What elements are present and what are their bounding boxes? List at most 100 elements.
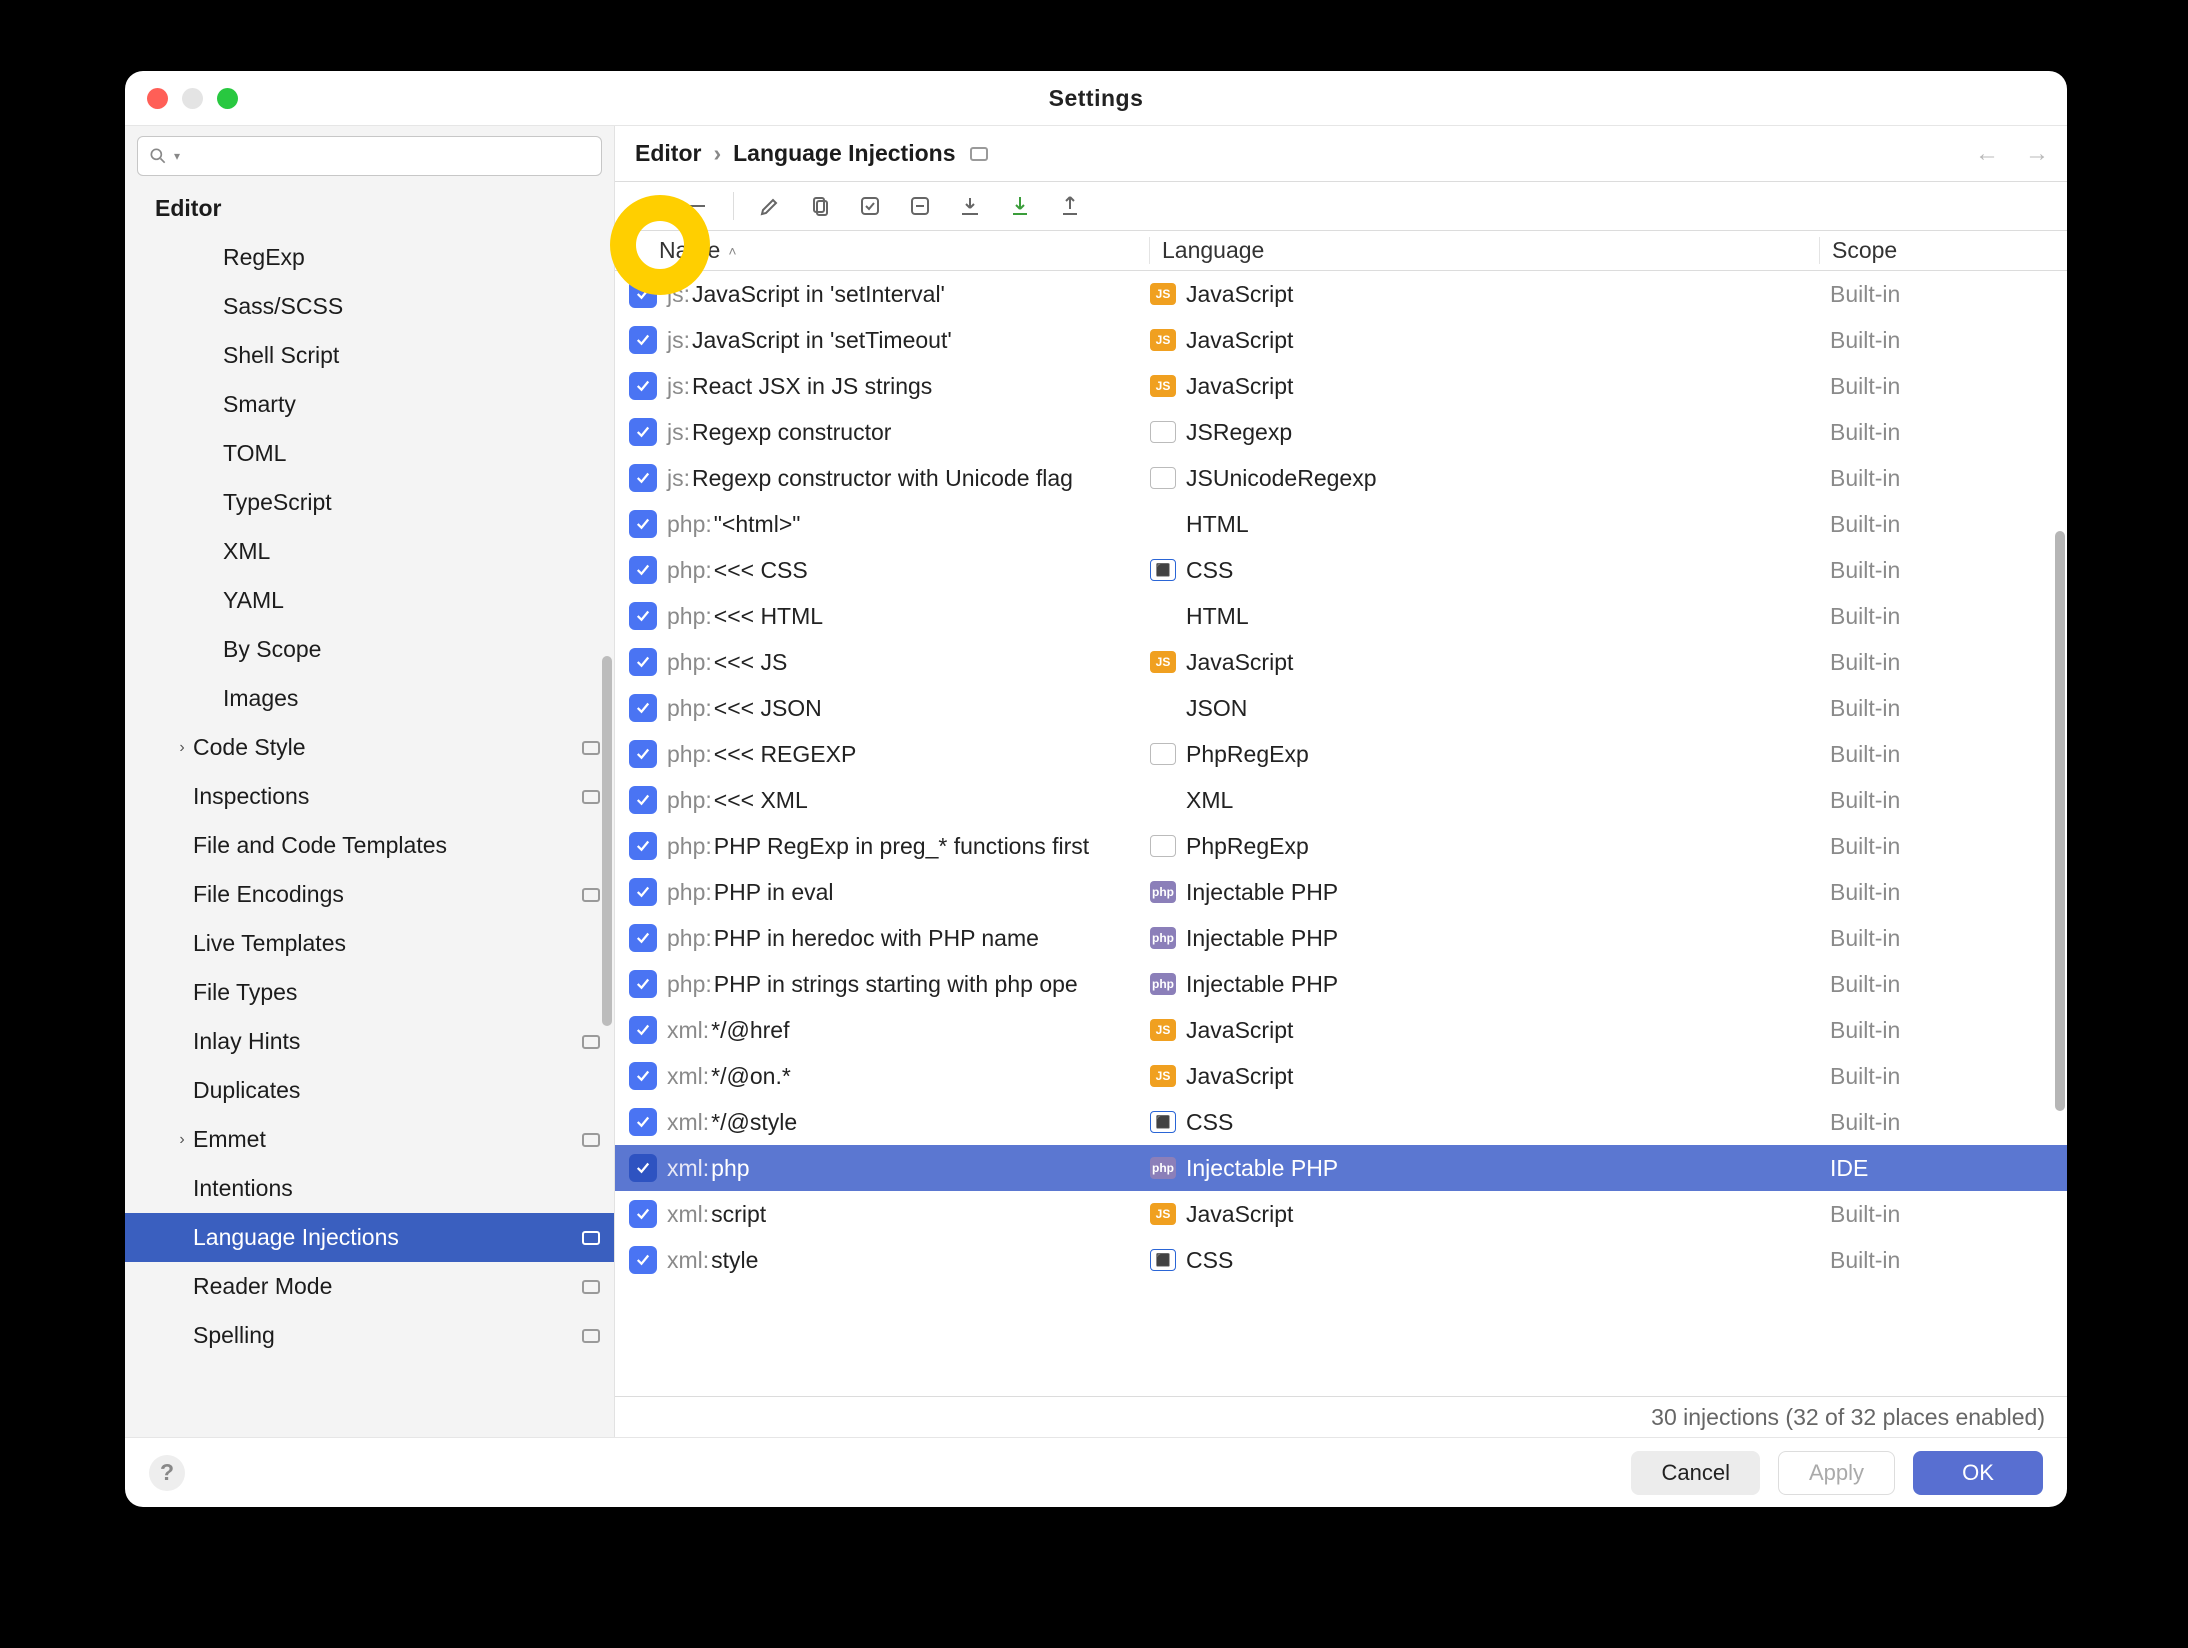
table-row[interactable]: xml: phpphpInjectable PHPIDE bbox=[615, 1145, 2067, 1191]
tree-item[interactable]: ›Emmet bbox=[125, 1115, 614, 1164]
tree-item[interactable]: File Encodings bbox=[125, 870, 614, 919]
table-row[interactable]: php: <<< REGEXP.*PhpRegExpBuilt-in bbox=[615, 731, 2067, 777]
row-checkbox[interactable] bbox=[629, 418, 657, 446]
help-button[interactable]: ? bbox=[149, 1455, 185, 1491]
tree-item[interactable]: File and Code Templates bbox=[125, 821, 614, 870]
table-row[interactable]: php: PHP in heredoc with PHP namephpInje… bbox=[615, 915, 2067, 961]
row-checkbox[interactable] bbox=[629, 602, 657, 630]
tree-item[interactable]: Sass/SCSS bbox=[125, 282, 614, 331]
column-scope-header[interactable]: Scope bbox=[1819, 237, 2067, 264]
row-checkbox[interactable] bbox=[629, 970, 657, 998]
minimize-window-button[interactable] bbox=[182, 88, 203, 109]
injections-table[interactable]: js: JavaScript in 'setInterval'JSJavaScr… bbox=[615, 271, 2067, 1397]
tree-item[interactable]: Inspections bbox=[125, 772, 614, 821]
row-checkbox[interactable] bbox=[629, 510, 657, 538]
tree-item[interactable]: Inlay Hints bbox=[125, 1017, 614, 1066]
move-to-project-button[interactable] bbox=[954, 190, 986, 222]
row-checkbox[interactable] bbox=[629, 740, 657, 768]
table-scrollbar[interactable] bbox=[2055, 531, 2065, 1111]
tree-item[interactable]: Smarty bbox=[125, 380, 614, 429]
row-checkbox[interactable] bbox=[629, 924, 657, 952]
row-checkbox[interactable] bbox=[629, 694, 657, 722]
tree-item[interactable]: Spelling bbox=[125, 1311, 614, 1360]
tree-item[interactable]: YAML bbox=[125, 576, 614, 625]
cancel-button[interactable]: Cancel bbox=[1631, 1451, 1759, 1495]
nav-forward-button[interactable]: → bbox=[2025, 140, 2049, 168]
remove-button[interactable] bbox=[681, 190, 713, 222]
tree-item[interactable]: Language Injections bbox=[125, 1213, 614, 1262]
table-row[interactable]: php: PHP RegExp in preg_* functions firs… bbox=[615, 823, 2067, 869]
table-row[interactable]: xml: */@hrefJSJavaScriptBuilt-in bbox=[615, 1007, 2067, 1053]
breadcrumb-root[interactable]: Editor bbox=[635, 140, 701, 167]
tree-item[interactable]: Shell Script bbox=[125, 331, 614, 380]
tree-item[interactable]: Intentions bbox=[125, 1164, 614, 1213]
table-row[interactable]: js: JavaScript in 'setTimeout'JSJavaScri… bbox=[615, 317, 2067, 363]
edit-button[interactable] bbox=[754, 190, 786, 222]
row-language: Injectable PHP bbox=[1186, 971, 1338, 998]
row-checkbox[interactable] bbox=[629, 832, 657, 860]
tree-item[interactable]: Duplicates bbox=[125, 1066, 614, 1115]
tree-item[interactable]: TOML bbox=[125, 429, 614, 478]
tree-item[interactable]: TypeScript bbox=[125, 478, 614, 527]
table-row[interactable]: js: JavaScript in 'setInterval'JSJavaScr… bbox=[615, 271, 2067, 317]
tree-item[interactable]: Images bbox=[125, 674, 614, 723]
sidebar-scrollbar[interactable] bbox=[602, 656, 612, 1026]
tree-item[interactable]: File Types bbox=[125, 968, 614, 1017]
tree-item[interactable]: Live Templates bbox=[125, 919, 614, 968]
content-area: ▾ Editor RegExpSass/SCSSShell ScriptSmar… bbox=[125, 126, 2067, 1437]
table-row[interactable]: xml: */@on.*JSJavaScriptBuilt-in bbox=[615, 1053, 2067, 1099]
table-row[interactable]: php: PHP in evalphpInjectable PHPBuilt-i… bbox=[615, 869, 2067, 915]
table-row[interactable]: js: Regexp constructor.*JSRegexpBuilt-in bbox=[615, 409, 2067, 455]
table-row[interactable]: xml: scriptJSJavaScriptBuilt-in bbox=[615, 1191, 2067, 1237]
tree-section-editor[interactable]: Editor bbox=[125, 184, 614, 233]
table-row[interactable]: php: <<< HTML<>HTMLBuilt-in bbox=[615, 593, 2067, 639]
tree-item[interactable]: RegExp bbox=[125, 233, 614, 282]
row-checkbox[interactable] bbox=[629, 648, 657, 676]
row-checkbox[interactable] bbox=[629, 372, 657, 400]
table-row[interactable]: xml: */@style⬛CSSBuilt-in bbox=[615, 1099, 2067, 1145]
row-checkbox[interactable] bbox=[629, 1200, 657, 1228]
search-input[interactable]: ▾ bbox=[137, 136, 602, 176]
zoom-window-button[interactable] bbox=[217, 88, 238, 109]
row-checkbox[interactable] bbox=[629, 1108, 657, 1136]
row-checkbox[interactable] bbox=[629, 1246, 657, 1274]
column-language-header[interactable]: Language bbox=[1149, 237, 1819, 264]
apply-button[interactable]: Apply bbox=[1778, 1451, 1895, 1495]
tree-item[interactable]: XML bbox=[125, 527, 614, 576]
row-checkbox[interactable] bbox=[629, 280, 657, 308]
row-scope: Built-in bbox=[1830, 1109, 1900, 1136]
import-button[interactable] bbox=[1004, 190, 1036, 222]
table-row[interactable]: php: "<html>"<>HTMLBuilt-in bbox=[615, 501, 2067, 547]
disable-button[interactable] bbox=[904, 190, 936, 222]
table-row[interactable]: php: <<< XML</>XMLBuilt-in bbox=[615, 777, 2067, 823]
table-row[interactable]: php: <<< JSON{}JSONBuilt-in bbox=[615, 685, 2067, 731]
row-scope: Built-in bbox=[1830, 971, 1900, 998]
nav-back-button[interactable]: ← bbox=[1975, 140, 1999, 168]
table-row[interactable]: xml: style⬛CSSBuilt-in bbox=[615, 1237, 2067, 1283]
copy-button[interactable] bbox=[804, 190, 836, 222]
export-button[interactable] bbox=[1054, 190, 1086, 222]
row-name: style bbox=[711, 1247, 758, 1274]
close-window-button[interactable] bbox=[147, 88, 168, 109]
row-checkbox[interactable] bbox=[629, 326, 657, 354]
table-row[interactable]: php: <<< CSS⬛CSSBuilt-in bbox=[615, 547, 2067, 593]
row-checkbox[interactable] bbox=[629, 1062, 657, 1090]
table-row[interactable]: php: <<< JSJSJavaScriptBuilt-in bbox=[615, 639, 2067, 685]
row-checkbox[interactable] bbox=[629, 878, 657, 906]
row-checkbox[interactable] bbox=[629, 556, 657, 584]
enable-button[interactable] bbox=[854, 190, 886, 222]
table-row[interactable]: js: Regexp constructor with Unicode flag… bbox=[615, 455, 2067, 501]
row-checkbox[interactable] bbox=[629, 1016, 657, 1044]
column-name-header[interactable]: Name ˄ bbox=[659, 237, 1149, 264]
tree-item[interactable]: ›Code Style bbox=[125, 723, 614, 772]
row-checkbox[interactable] bbox=[629, 464, 657, 492]
settings-tree[interactable]: Editor RegExpSass/SCSSShell ScriptSmarty… bbox=[125, 184, 614, 1437]
tree-item[interactable]: Reader Mode bbox=[125, 1262, 614, 1311]
row-checkbox[interactable] bbox=[629, 1154, 657, 1182]
table-row[interactable]: php: PHP in strings starting with php op… bbox=[615, 961, 2067, 1007]
table-row[interactable]: js: React JSX in JS stringsJSJavaScriptB… bbox=[615, 363, 2067, 409]
tree-item[interactable]: By Scope bbox=[125, 625, 614, 674]
ok-button[interactable]: OK bbox=[1913, 1451, 2043, 1495]
add-button[interactable] bbox=[631, 190, 663, 222]
row-checkbox[interactable] bbox=[629, 786, 657, 814]
